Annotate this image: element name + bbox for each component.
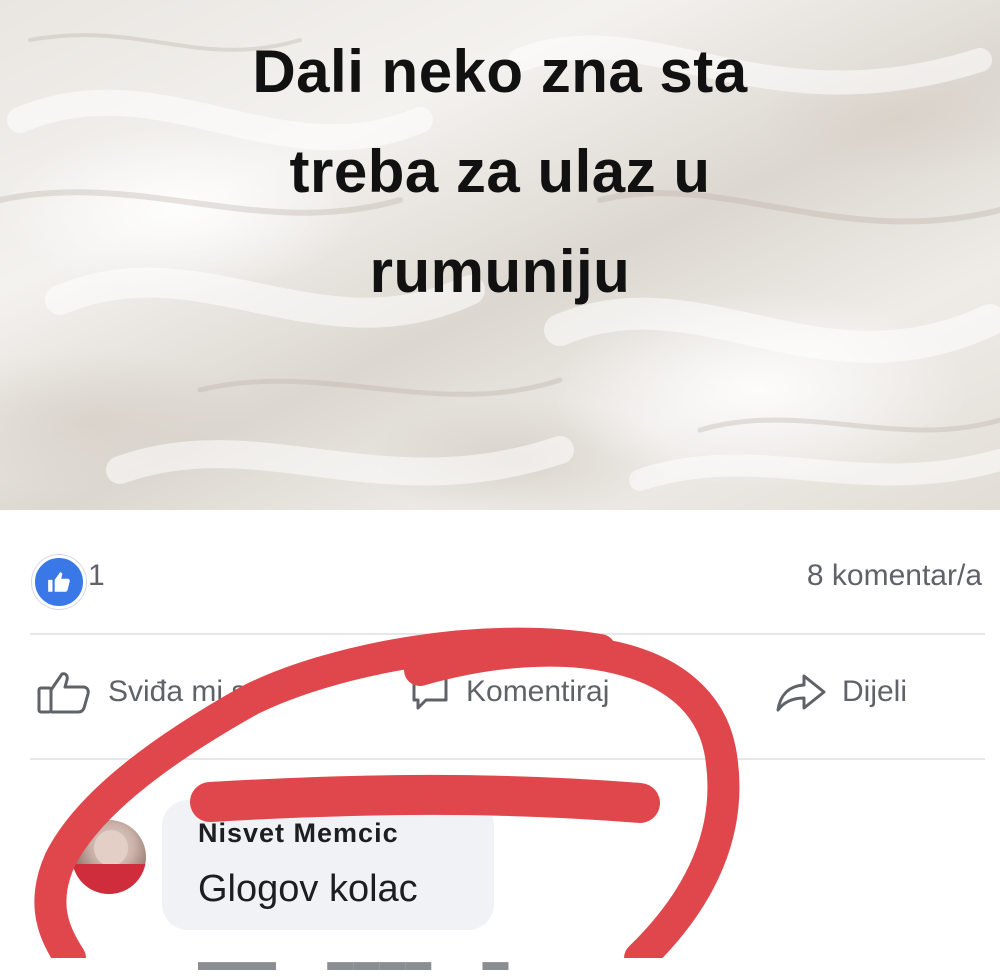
comment: Nisvet Memcic Glogov kolac ▬▬▬ ▬▬▬▬ ▬ — [0, 780, 1000, 976]
like-button[interactable]: Sviđa mi se — [36, 670, 263, 714]
comment-text: Glogov kolac — [198, 868, 418, 910]
avatar[interactable] — [72, 820, 146, 894]
post-text: Dali neko zna sta treba za ulaz u rumuni… — [0, 22, 1000, 322]
like-badge-icon — [32, 555, 86, 609]
divider — [30, 758, 985, 760]
avatar-shirt — [72, 864, 146, 894]
commenter-name[interactable]: Nisvet Memcic — [198, 818, 399, 849]
post-text-line: Dali neko zna sta — [252, 38, 748, 105]
like-count[interactable]: 1 — [88, 559, 105, 593]
comment-bubble: Nisvet Memcic Glogov kolac — [162, 800, 494, 930]
comment-meta-item[interactable]: ▬▬▬▬ — [327, 946, 431, 976]
post-text-line: treba za ulaz u — [289, 138, 711, 205]
comments-count[interactable]: 8 komentar/a — [807, 559, 982, 593]
comment-meta-item[interactable]: ▬ — [482, 946, 508, 976]
comment-icon — [408, 670, 452, 714]
post-text-line: rumuniju — [369, 238, 631, 305]
share-arrow-icon — [774, 670, 828, 714]
share-button[interactable]: Dijeli — [774, 670, 907, 714]
avatar-face — [94, 830, 128, 866]
comment-meta-item[interactable]: ▬▬▬ — [198, 946, 276, 976]
like-button-label: Sviđa mi se — [108, 675, 264, 708]
divider — [30, 633, 985, 635]
thumbs-up-icon — [36, 670, 94, 714]
comment-button[interactable]: Komentiraj — [408, 670, 609, 714]
comment-meta-row: ▬▬▬ ▬▬▬▬ ▬ — [198, 946, 552, 977]
post-actions: Sviđa mi se Komentiraj Dijeli — [0, 660, 1000, 740]
reactions-summary[interactable]: 1 8 komentar/a — [0, 545, 1000, 609]
comment-button-label: Komentiraj — [466, 675, 610, 708]
post-background-image: Dali neko zna sta treba za ulaz u rumuni… — [0, 0, 1000, 510]
share-button-label: Dijeli — [842, 675, 908, 708]
